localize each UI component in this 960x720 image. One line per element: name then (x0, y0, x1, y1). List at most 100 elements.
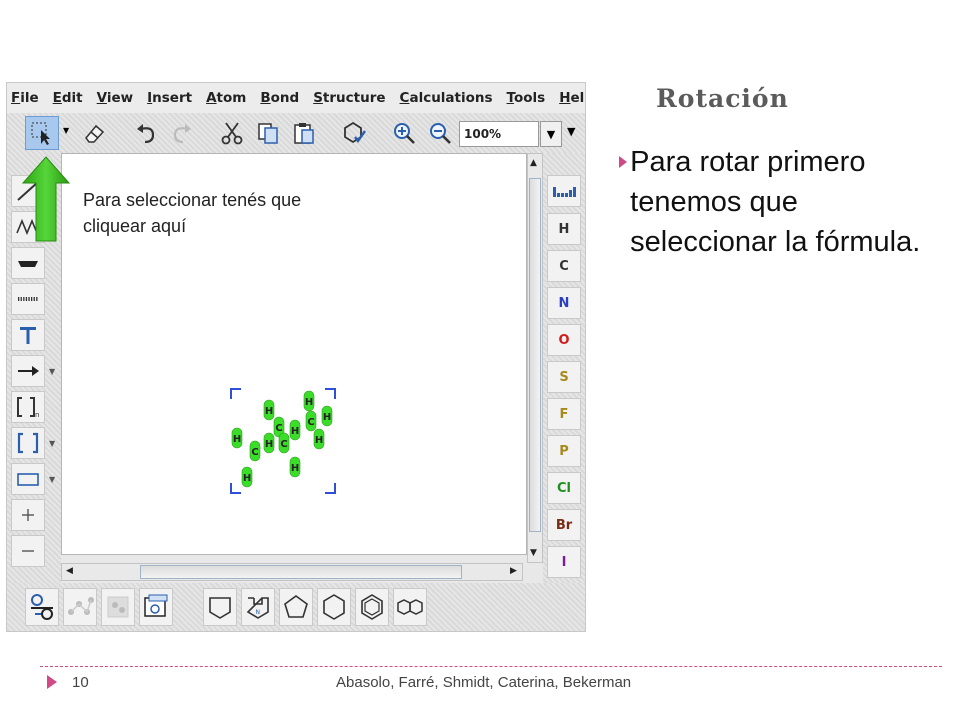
cyclopentane-template[interactable] (279, 588, 313, 626)
menu-calculations[interactable]: Calculations (400, 90, 493, 106)
toolbar-overflow-icon[interactable]: ▼ (567, 125, 575, 138)
paste-button[interactable] (287, 116, 321, 150)
copy-button[interactable] (251, 116, 285, 150)
template-library-button[interactable] (25, 588, 59, 626)
redo-button[interactable] (165, 116, 199, 150)
naphthalene-template[interactable] (393, 588, 427, 626)
scroll-left-icon[interactable]: ◀ (66, 566, 73, 576)
vertical-scrollbar[interactable]: ▲ ▼ (527, 153, 543, 563)
dashed-bond-icon (18, 297, 38, 301)
atom-cl-button[interactable]: Cl (547, 472, 581, 504)
pyrrole-template[interactable]: N (241, 588, 275, 626)
clean-structure-icon (344, 121, 366, 144)
benzene-template[interactable] (355, 588, 389, 626)
sgroup-bracket-button[interactable]: n (11, 391, 45, 423)
bracket-dropdown-icon[interactable]: ▼ (49, 439, 55, 448)
cyclopentane-chair-icon (209, 597, 231, 619)
benzene-icon (361, 594, 383, 620)
copy-icon (258, 123, 278, 144)
template-custom-button[interactable] (139, 588, 173, 626)
text-tool-icon (20, 327, 36, 344)
zoom-out-icon (430, 123, 451, 144)
atom-n-button[interactable]: N (547, 287, 581, 319)
clean-structure-button[interactable] (337, 116, 371, 150)
decrease-charge-button[interactable] (11, 535, 45, 567)
menu-insert[interactable]: Insert (147, 90, 192, 106)
template-ring-button[interactable] (101, 588, 135, 626)
sgroup-bracket-icon: n (17, 397, 39, 419)
menu-file[interactable]: File (11, 90, 39, 106)
zoom-dropdown-button[interactable]: ▼ (540, 121, 562, 147)
menu-edit[interactable]: Edit (53, 90, 83, 106)
chevron-down-icon: ▼ (546, 127, 556, 141)
eraser-button[interactable] (77, 116, 111, 150)
atom-o-button[interactable]: O (547, 324, 581, 356)
bullet-text: Para rotar primero tenemos que seleccion… (630, 146, 921, 258)
menu-structure[interactable]: Structure (313, 90, 385, 106)
vertical-scroll-thumb[interactable] (529, 178, 541, 532)
arrow-tool-dropdown-icon[interactable]: ▼ (49, 367, 55, 376)
select-dropdown-icon[interactable]: ▼ (63, 126, 69, 135)
atom-c-button[interactable]: C (547, 250, 581, 282)
atom-br-button[interactable]: Br (547, 509, 581, 541)
scroll-up-icon[interactable]: ▲ (530, 158, 537, 168)
menu-help[interactable]: Help (559, 90, 585, 106)
plus-icon (22, 509, 34, 521)
redo-icon (173, 124, 191, 144)
bond-style-icon (18, 261, 38, 267)
undo-button[interactable] (129, 116, 163, 150)
bond-style-button[interactable] (11, 247, 45, 279)
zoom-out-button[interactable] (423, 116, 457, 150)
bracket-button[interactable] (11, 427, 45, 459)
template-library-icon (31, 594, 53, 620)
main-toolbar: ▼ 100% ▼ ▼ (7, 113, 585, 153)
atom-s-button[interactable]: S (547, 361, 581, 393)
atom-h-button[interactable]: H (547, 213, 581, 245)
atom-p-button[interactable]: P (547, 435, 581, 467)
cut-icon (221, 122, 243, 145)
atom-label: H (305, 397, 313, 408)
atom-label: C (275, 423, 282, 434)
rectangle-icon (17, 473, 39, 486)
template-chain-button[interactable] (63, 588, 97, 626)
atom-i-button[interactable]: I (547, 546, 581, 578)
atom-label: C (280, 439, 287, 450)
slide-number: 10 (72, 674, 89, 691)
zoom-in-button[interactable] (387, 116, 421, 150)
cyclohexane-template[interactable] (317, 588, 351, 626)
menu-bar: File Edit View Insert Atom Bond Structur… (7, 83, 585, 113)
increase-charge-button[interactable] (11, 499, 45, 531)
atom-f-button[interactable]: F (547, 398, 581, 430)
periodic-table-button[interactable] (547, 175, 581, 207)
horizontal-scrollbar[interactable]: ◀ ▶ (61, 563, 523, 581)
slide-title: Rotación (656, 84, 789, 113)
text-tool-button[interactable] (11, 319, 45, 351)
rectangle-dropdown-icon[interactable]: ▼ (49, 475, 55, 484)
zoom-in-icon (394, 123, 415, 144)
periodic-table-icon (553, 187, 576, 197)
bullet-triangle-icon (618, 142, 630, 262)
cut-button[interactable] (215, 116, 249, 150)
menu-tools[interactable]: Tools (507, 90, 546, 106)
rectangle-button[interactable] (11, 463, 45, 495)
svg-text:n: n (35, 411, 39, 419)
zoom-level-field[interactable]: 100% (459, 121, 539, 147)
arrow-tool-button[interactable] (11, 355, 45, 387)
menu-view[interactable]: View (97, 90, 133, 106)
select-button[interactable] (25, 116, 59, 150)
atom-label: C (307, 417, 314, 428)
menu-bond[interactable]: Bond (260, 90, 299, 106)
svg-text:N: N (256, 609, 261, 616)
horizontal-scroll-thumb[interactable] (140, 565, 462, 579)
scroll-down-icon[interactable]: ▼ (530, 548, 537, 558)
menu-atom[interactable]: Atom (206, 90, 246, 106)
atom-label: H (323, 412, 331, 423)
cyclopentane-chair-template[interactable] (203, 588, 237, 626)
scroll-right-icon[interactable]: ▶ (510, 566, 517, 576)
atom-label: H (265, 406, 273, 417)
dashed-bond-button[interactable] (11, 283, 45, 315)
selected-molecule[interactable]: H H H H C C H H H C C H H (229, 387, 339, 497)
cyclopentane-icon (284, 595, 308, 618)
footer-triangle-icon (46, 674, 58, 694)
atom-label: H (291, 463, 299, 474)
